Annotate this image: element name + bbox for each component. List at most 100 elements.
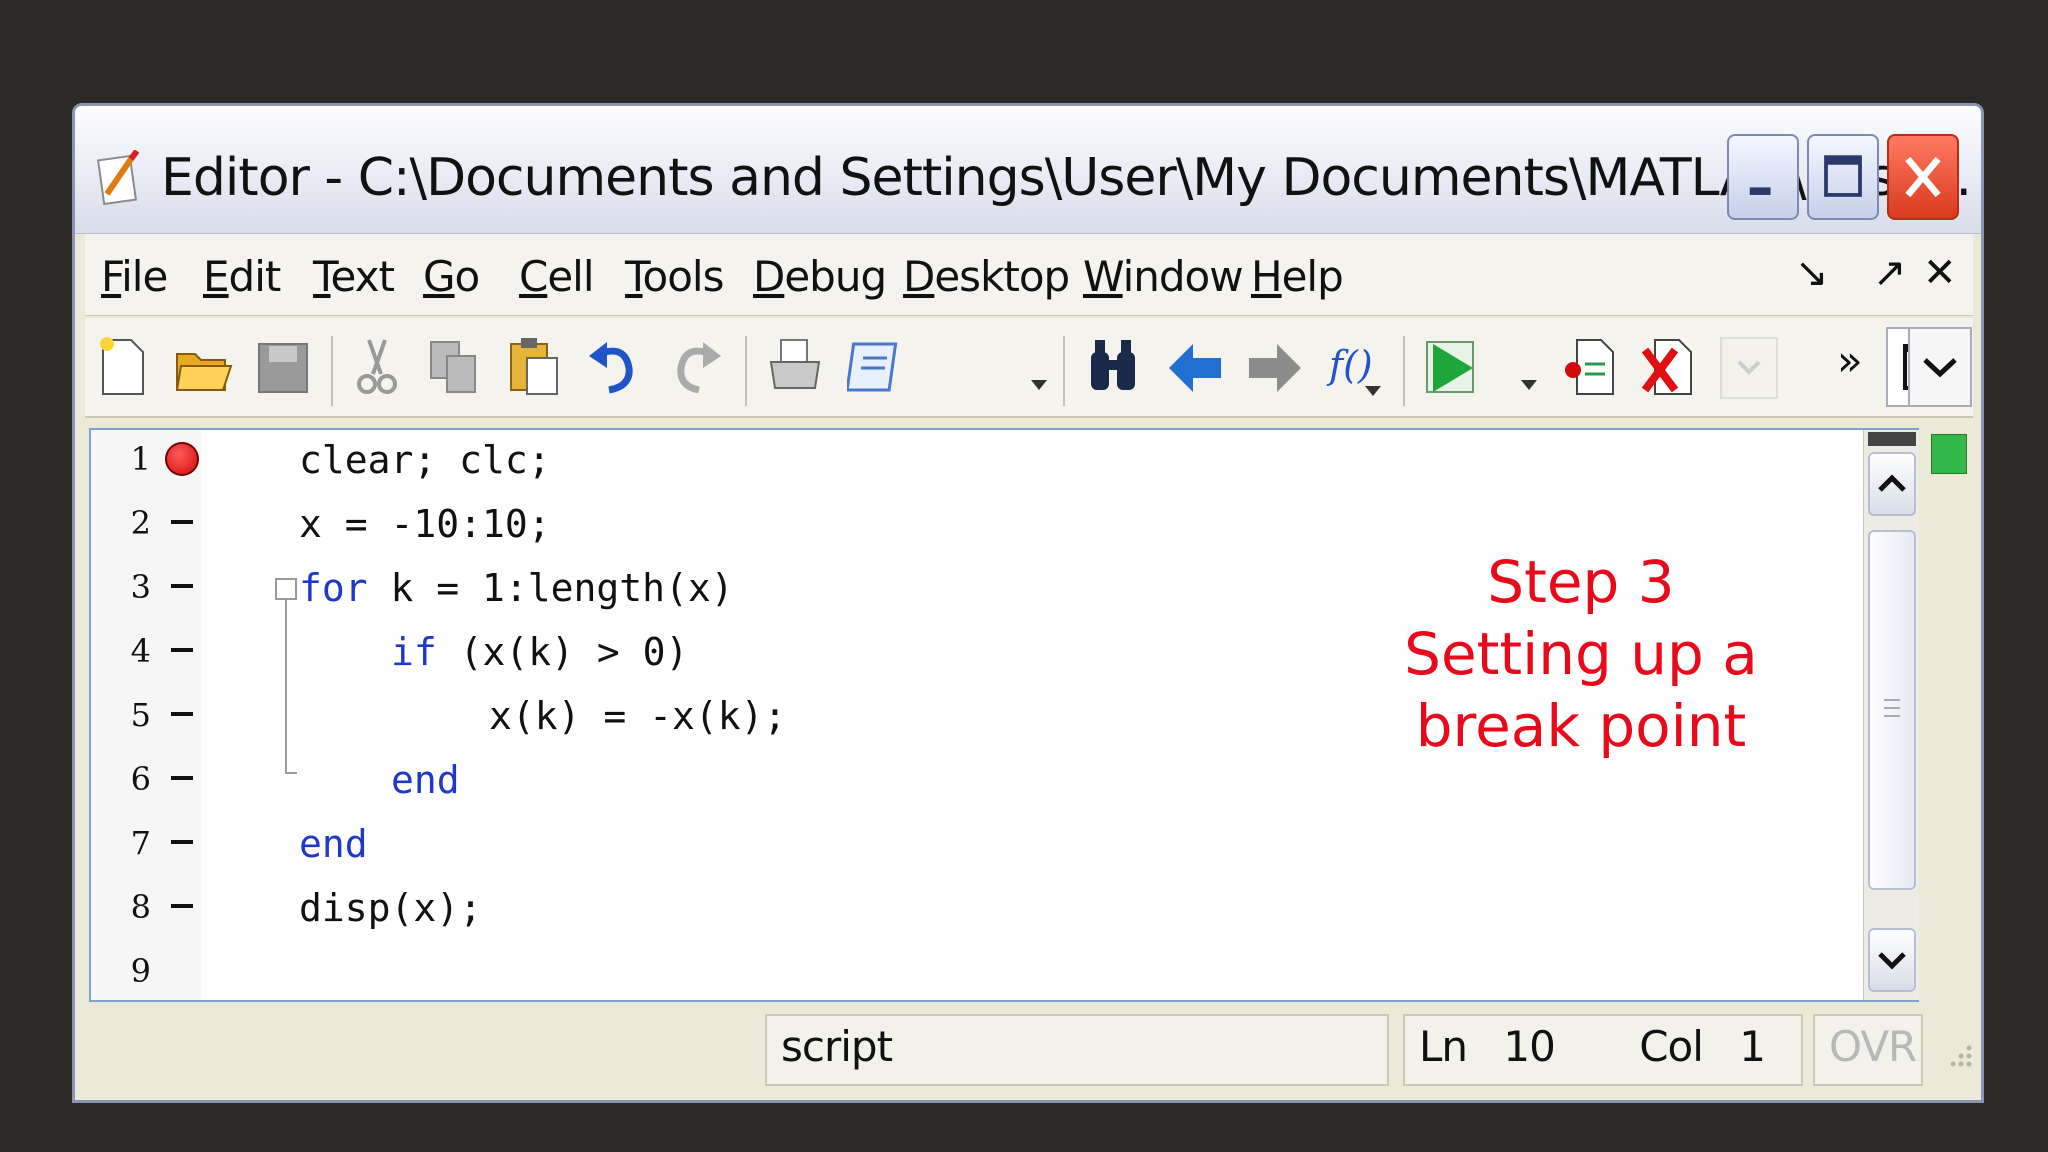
set-breakpoint-icon[interactable] <box>1561 334 1621 400</box>
dock-dropdown-icon[interactable] <box>1907 326 1973 408</box>
status-mode: script <box>765 1014 1389 1086</box>
line-number: 7 <box>130 824 151 862</box>
code-line[interactable]: 1 clear; clc; <box>91 432 1831 496</box>
executable-line-marker[interactable] <box>171 904 193 908</box>
menu-help[interactable]: Help <box>1251 252 1344 301</box>
undock-icon[interactable]: ↘ <box>1795 250 1829 296</box>
annotation-line: Setting up a <box>1404 620 1758 688</box>
code-keyword: end <box>391 758 460 802</box>
code-rest: k = 1:length(x) <box>367 566 734 610</box>
publish-icon[interactable] <box>847 334 907 400</box>
cut-icon[interactable] <box>347 334 407 400</box>
menu-tools[interactable]: Tools <box>625 252 724 301</box>
chevron-down-icon <box>1878 952 1906 970</box>
forward-icon[interactable] <box>1245 334 1305 400</box>
close-icon <box>1905 156 1941 198</box>
step-annotation: Step 3 Setting up a break point <box>1341 546 1821 762</box>
paste-icon[interactable] <box>505 334 565 400</box>
find-icon[interactable] <box>1083 334 1143 400</box>
scroll-down-button[interactable] <box>1868 928 1916 992</box>
code-keyword: for <box>299 566 368 610</box>
minimize-button[interactable] <box>1727 134 1799 220</box>
clear-breakpoints-icon[interactable] <box>1639 334 1699 400</box>
dropdown-icon[interactable] <box>1029 376 1049 392</box>
close-document-icon[interactable]: ✕ <box>1923 250 1957 296</box>
redo-icon[interactable] <box>665 334 725 400</box>
dock-icon[interactable]: ↗ <box>1873 250 1907 296</box>
code-text: x(k) = -x(k); <box>489 694 787 738</box>
code-keyword: if <box>391 630 437 674</box>
minimize-icon <box>1749 187 1771 195</box>
code-text: disp(x); <box>299 886 483 930</box>
code-text: for k = 1:length(x) <box>299 566 734 610</box>
open-folder-icon[interactable] <box>173 334 233 400</box>
toolbar-separator <box>331 336 333 406</box>
executable-line-marker[interactable] <box>171 712 193 716</box>
window-title: Editor - C:\Documents and Settings\User\… <box>161 148 1972 208</box>
column-value: 1 <box>1739 1022 1766 1071</box>
new-file-icon[interactable] <box>93 334 153 400</box>
vertical-scrollbar[interactable] <box>1863 430 1919 1000</box>
code-text: if (x(k) > 0) <box>391 630 688 674</box>
line-number: 3 <box>130 568 151 606</box>
print-icon[interactable] <box>765 334 825 400</box>
line-number: 4 <box>130 632 151 670</box>
scroll-thumb[interactable] <box>1868 530 1916 890</box>
annotation-step: Step 3 <box>1487 548 1675 616</box>
scroll-up-button[interactable] <box>1868 452 1916 516</box>
menu-desktop[interactable]: Desktop <box>903 252 1070 301</box>
code-text: x = -10:10; <box>299 502 551 546</box>
save-icon[interactable] <box>253 334 313 400</box>
toolbar-overflow-icon[interactable]: » <box>1837 336 1863 385</box>
code-line[interactable]: 9 <box>91 944 1831 1008</box>
code-text: clear; clc; <box>299 438 551 482</box>
maximize-icon <box>1824 155 1862 197</box>
menu-file[interactable]: File <box>101 252 168 301</box>
run-dropdown-icon[interactable] <box>1519 376 1539 392</box>
menu-cell[interactable]: Cell <box>519 252 595 301</box>
code-line[interactable]: 7 end <box>91 816 1831 880</box>
executable-line-marker[interactable] <box>171 520 193 524</box>
line-number: 1 <box>130 440 151 478</box>
close-window-button[interactable] <box>1887 134 1959 220</box>
editor-window: Editor - C:\Documents and Settings\User\… <box>72 103 1984 1103</box>
code-keyword: end <box>299 822 368 866</box>
menu-bar: File Edit Text Go Cell Tools Debug Deskt… <box>85 234 1973 316</box>
stack-icon[interactable] <box>1719 334 1779 400</box>
line-number: 2 <box>130 504 151 542</box>
menu-window[interactable]: Window <box>1083 252 1244 301</box>
editor-document-icon <box>97 150 140 206</box>
menu-text[interactable]: Text <box>313 252 395 301</box>
breakpoint-icon[interactable] <box>165 442 199 476</box>
title-bar[interactable]: Editor - C:\Documents and Settings\User\… <box>75 106 1981 234</box>
back-icon[interactable] <box>1165 334 1225 400</box>
function-icon[interactable]: f() <box>1325 334 1385 400</box>
split-handle[interactable] <box>1868 432 1916 446</box>
executable-line-marker[interactable] <box>171 840 193 844</box>
copy-icon[interactable] <box>425 334 485 400</box>
executable-line-marker[interactable] <box>171 648 193 652</box>
executable-line-marker[interactable] <box>171 584 193 588</box>
fold-collapse-icon[interactable] <box>275 578 297 600</box>
code-line[interactable]: 8 disp(x); <box>91 880 1831 944</box>
code-editor[interactable]: 1 clear; clc; 2 x = -10:10; 3 for k = 1:… <box>89 428 1919 1002</box>
toolbar-separator <box>1063 336 1065 406</box>
line-number: 5 <box>130 696 151 734</box>
maximize-button[interactable] <box>1807 134 1879 220</box>
toolbar-separator <box>745 336 747 406</box>
overwrite-indicator: OVR <box>1813 1014 1923 1086</box>
column-label: Col <box>1639 1022 1704 1071</box>
undo-icon[interactable] <box>585 334 645 400</box>
chevron-up-icon <box>1878 474 1906 492</box>
run-icon[interactable] <box>1421 334 1481 400</box>
grip-lines-icon <box>1884 699 1900 717</box>
executable-line-marker[interactable] <box>171 776 193 780</box>
status-position: Ln 10 Col 1 <box>1403 1014 1803 1086</box>
line-number: 8 <box>130 888 151 926</box>
menu-go[interactable]: Go <box>423 252 480 301</box>
resize-grip-icon[interactable] <box>1943 1042 1973 1072</box>
menu-edit[interactable]: Edit <box>203 252 281 301</box>
annotation-line: break point <box>1415 692 1747 760</box>
code-rest: (x(k) > 0) <box>436 630 689 674</box>
menu-debug[interactable]: Debug <box>753 252 887 301</box>
